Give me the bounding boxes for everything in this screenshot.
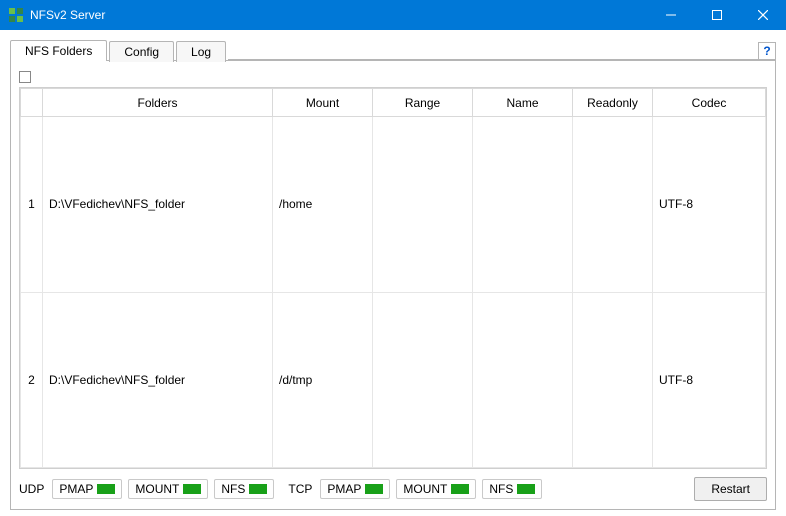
- col-readonly[interactable]: Readonly: [573, 89, 653, 117]
- status-led-icon: [97, 484, 115, 494]
- col-mount[interactable]: Mount: [273, 89, 373, 117]
- tcp-label: TCP: [288, 482, 312, 496]
- udp-nfs-status: NFS: [214, 479, 274, 499]
- tab-bar: NFS Folders Config Log ?: [10, 38, 776, 60]
- udp-pmap-status: PMAP: [52, 479, 122, 499]
- status-led-icon: [249, 484, 267, 494]
- udp-label: UDP: [19, 482, 44, 496]
- cell-name[interactable]: [473, 292, 573, 468]
- status-led-icon: [183, 484, 201, 494]
- titlebar: NFSv2 Server: [0, 0, 786, 30]
- cell-readonly[interactable]: [573, 292, 653, 468]
- help-button[interactable]: ?: [758, 42, 776, 60]
- cell-range[interactable]: [373, 117, 473, 293]
- tcp-nfs-status: NFS: [482, 479, 542, 499]
- tcp-pmap-status: PMAP: [320, 479, 390, 499]
- tab-config[interactable]: Config: [109, 41, 174, 62]
- status-led-icon: [517, 484, 535, 494]
- select-all-checkbox[interactable]: [19, 71, 31, 83]
- tab-content: Folders Mount Range Name Readonly Codec …: [10, 60, 776, 510]
- cell-range[interactable]: [373, 292, 473, 468]
- status-led-icon: [365, 484, 383, 494]
- cell-codec[interactable]: UTF-8: [653, 292, 766, 468]
- cell-codec[interactable]: UTF-8: [653, 117, 766, 293]
- cell-name[interactable]: [473, 117, 573, 293]
- grid-header: Folders Mount Range Name Readonly Codec: [21, 89, 766, 117]
- table-row[interactable]: 2 D:\VFedichev\NFS_folder /d/tmp UTF-8: [21, 292, 766, 468]
- row-number: 1: [21, 117, 43, 293]
- minimize-button[interactable]: [648, 0, 694, 30]
- status-bar: UDP PMAP MOUNT NFS TCP PMAP MOUNT NFS Re…: [19, 469, 767, 501]
- udp-mount-status: MOUNT: [128, 479, 208, 499]
- window-title: NFSv2 Server: [30, 8, 648, 22]
- tab-log[interactable]: Log: [176, 41, 226, 62]
- cell-folders[interactable]: D:\VFedichev\NFS_folder: [43, 117, 273, 293]
- table-row[interactable]: 1 D:\VFedichev\NFS_folder /home UTF-8: [21, 117, 766, 293]
- cell-mount[interactable]: /home: [273, 117, 373, 293]
- col-codec[interactable]: Codec: [653, 89, 766, 117]
- folders-grid: Folders Mount Range Name Readonly Codec …: [19, 87, 767, 469]
- cell-folders[interactable]: D:\VFedichev\NFS_folder: [43, 292, 273, 468]
- tcp-mount-status: MOUNT: [396, 479, 476, 499]
- cell-readonly[interactable]: [573, 117, 653, 293]
- col-folders[interactable]: Folders: [43, 89, 273, 117]
- col-name[interactable]: Name: [473, 89, 573, 117]
- cell-mount[interactable]: /d/tmp: [273, 292, 373, 468]
- app-icon: [8, 7, 24, 23]
- status-led-icon: [451, 484, 469, 494]
- tab-nfs-folders[interactable]: NFS Folders: [10, 40, 107, 61]
- col-range[interactable]: Range: [373, 89, 473, 117]
- row-number: 2: [21, 292, 43, 468]
- col-rownum[interactable]: [21, 89, 43, 117]
- close-button[interactable]: [740, 0, 786, 30]
- maximize-button[interactable]: [694, 0, 740, 30]
- restart-button[interactable]: Restart: [694, 477, 767, 501]
